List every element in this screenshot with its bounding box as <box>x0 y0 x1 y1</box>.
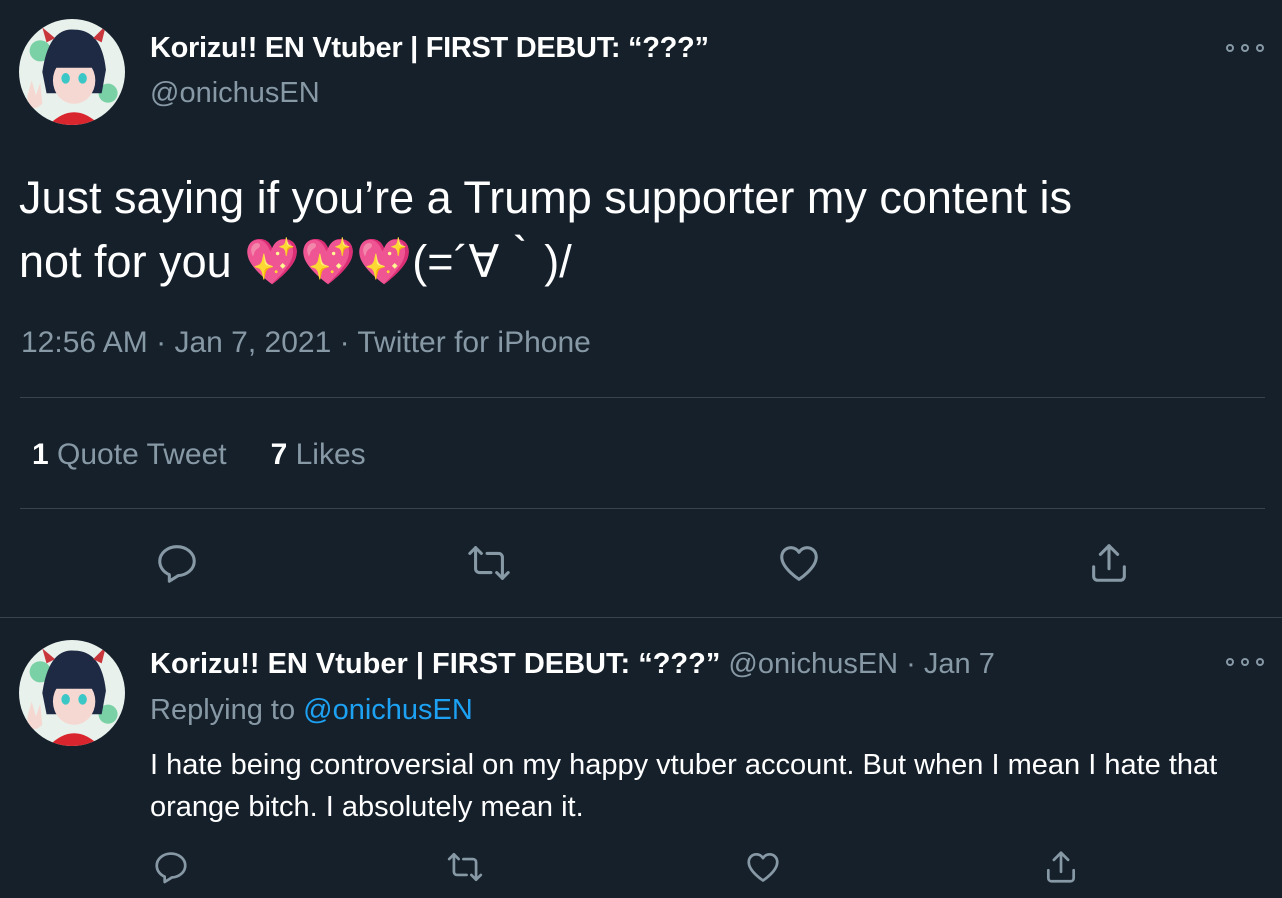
retweet-icon[interactable] <box>466 540 512 586</box>
avatar-image <box>19 19 125 125</box>
meta-separator: · <box>156 326 167 359</box>
tweet-text: I hate being controversial on my happy v… <box>150 749 1218 823</box>
author-handle[interactable]: @onichusEN <box>150 77 320 110</box>
reply-header: Korizu!! EN Vtuber | FIRST DEBUT: “???” … <box>150 648 995 681</box>
tweet-stats: 1 Quote Tweet 7 Likes <box>32 438 366 472</box>
replying-to: Replying to @onichusEN <box>150 694 473 727</box>
tweet-source[interactable]: Twitter for iPhone <box>357 326 590 359</box>
more-icon[interactable] <box>1226 656 1264 668</box>
like-icon[interactable] <box>744 848 782 886</box>
tweet-date[interactable]: Jan 7, 2021 <box>174 326 331 359</box>
likes-stat[interactable]: 7 Likes <box>271 438 366 472</box>
share-icon[interactable] <box>1042 848 1080 886</box>
reply-icon[interactable] <box>152 848 190 886</box>
share-icon[interactable] <box>1086 540 1132 586</box>
tweet-text-prefix: not for you <box>19 236 245 287</box>
replying-handle-link[interactable]: @onichusEN <box>303 694 473 726</box>
tweet-text: Just saying if you’re a Trump supporter … <box>19 166 1239 294</box>
quote-tweets-stat[interactable]: 1 Quote Tweet <box>32 438 227 472</box>
quote-label: Quote Tweet <box>57 438 227 471</box>
quote-count: 1 <box>32 438 49 471</box>
tweet-meta: 12:56 AM · Jan 7, 2021 · Twitter for iPh… <box>21 326 591 360</box>
avatar[interactable] <box>19 640 125 746</box>
avatar-image <box>19 640 125 746</box>
divider <box>20 397 1265 398</box>
author-name[interactable]: Korizu!! EN Vtuber | FIRST DEBUT: “???” <box>150 32 709 65</box>
divider <box>20 508 1265 509</box>
reply-icon[interactable] <box>154 540 200 586</box>
tweet-date[interactable]: Jan 7 <box>924 648 995 680</box>
sparkling-heart-emojis: 💖💖💖 <box>244 236 413 287</box>
author-name[interactable]: Korizu!! EN Vtuber | FIRST DEBUT: “???” <box>150 648 720 680</box>
author-handle[interactable]: @onichusEN <box>728 648 898 680</box>
like-icon[interactable] <box>776 540 822 586</box>
like-count: 7 <box>270 438 288 471</box>
reply-tweet[interactable]: Korizu!! EN Vtuber | FIRST DEBUT: “???” … <box>0 618 1282 898</box>
replying-label: Replying to <box>150 694 296 726</box>
more-icon[interactable] <box>1226 42 1264 54</box>
retweet-icon[interactable] <box>446 848 484 886</box>
meta-separator: · <box>339 326 350 359</box>
tweet-time[interactable]: 12:56 AM <box>21 326 148 359</box>
tweet-text-line-2: not for you 💖💖💖(=´∀｀)/ <box>19 230 1239 294</box>
avatar[interactable] <box>19 19 125 125</box>
main-tweet: Korizu!! EN Vtuber | FIRST DEBUT: “???” … <box>0 0 1282 618</box>
tweet-text-kaomoji: (=´∀｀)/ <box>412 236 572 287</box>
tweet-text-line-1: Just saying if you’re a Trump supporter … <box>19 172 1072 223</box>
like-label: Likes <box>295 438 366 471</box>
meta-separator: · <box>906 648 916 680</box>
